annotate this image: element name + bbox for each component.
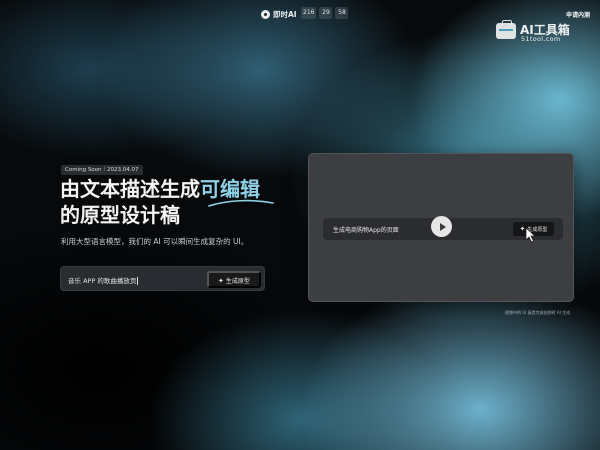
logo-icon — [261, 10, 270, 19]
countdown-hours: 29 — [319, 7, 333, 19]
play-icon[interactable] — [431, 216, 452, 237]
mouse-pointer-icon — [525, 227, 536, 243]
generate-label: 生成原型 — [225, 279, 250, 285]
toolbox-icon — [496, 20, 516, 39]
watermark-logo: AI工具箱 51tool.com — [496, 20, 580, 44]
watermark-url: 51tool.com — [521, 35, 561, 43]
title-line-2: 的原型设计稿 — [60, 203, 180, 227]
title-plain: 由文本描述生成 — [60, 177, 200, 201]
brand[interactable]: 即时AI — [261, 9, 297, 20]
countdown-days: 216 — [301, 7, 317, 19]
text-caret — [137, 277, 139, 285]
demo-prompt-text: 生成电商购物App的页面 — [333, 227, 399, 234]
prompt-input-value[interactable]: 音乐 APP 的歌曲播放页 — [68, 275, 139, 285]
generate-prototype-button[interactable]: ✦ 生成原型 — [207, 271, 261, 288]
prompt-input[interactable]: 音乐 APP 的歌曲播放页 ✦ 生成原型 — [60, 266, 265, 291]
video-caption: 视频中的 UI 真是完成由即时 AI 生成 — [505, 310, 571, 315]
apply-beta-link[interactable]: 申请内测 — [566, 10, 590, 19]
countdown-minutes: 58 — [335, 7, 349, 19]
highlight-underline — [208, 199, 274, 207]
sparkle-icon: ✦ — [218, 278, 224, 285]
countdown-timer: 216 29 58 — [301, 7, 349, 19]
brand-name: 即时AI — [273, 10, 297, 19]
page-subtitle: 利用大型语言模型，我们的 AI 可以瞬间生成复杂的 UI。 — [61, 237, 249, 246]
coming-soon-badge: Coming Soon｜2023.04.07 — [61, 165, 143, 175]
